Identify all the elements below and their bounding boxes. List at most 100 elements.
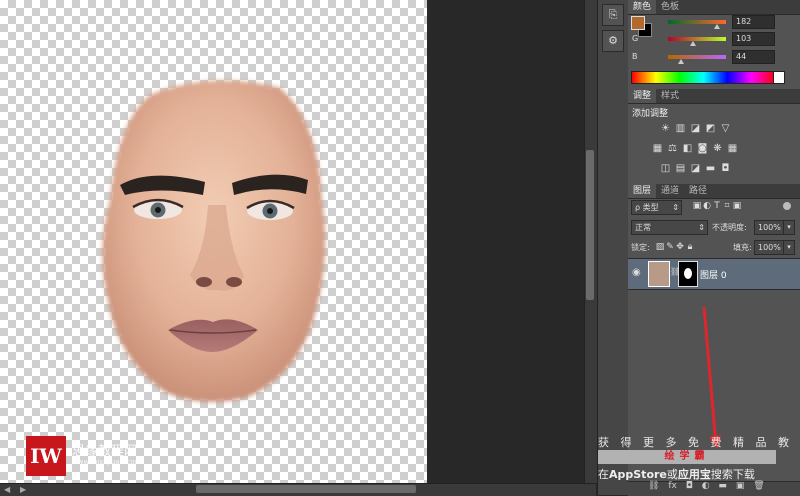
- opacity-dropdown-icon[interactable]: ▾: [783, 220, 795, 235]
- adjust-panel-title: 添加调整: [632, 109, 669, 119]
- fx-icon[interactable]: fx: [668, 481, 677, 491]
- watermark-site-url: www.missyuan.com: [72, 458, 142, 466]
- vertical-scroll-thumb[interactable]: [586, 150, 594, 300]
- promo-brand: 绘学霸: [598, 450, 776, 464]
- posterize-icon[interactable]: ▤: [675, 163, 686, 174]
- tab-styles[interactable]: 样式: [656, 89, 684, 103]
- color-panel-tabs: 颜色 色板: [628, 0, 800, 15]
- color-lookup-icon[interactable]: ▦: [727, 143, 738, 154]
- exposure-icon[interactable]: ◩: [705, 123, 716, 134]
- layer-name[interactable]: 图层 0: [700, 268, 727, 281]
- channel-g-slider[interactable]: [668, 37, 726, 41]
- layer-thumbnail[interactable]: [648, 261, 670, 287]
- adjust-icons-row-3: ◫ ▤ ◪ ▬ ◘: [658, 163, 733, 174]
- lock-all-icon[interactable]: 🔒︎: [685, 242, 695, 252]
- scroll-left-arrow-icon[interactable]: ◀: [4, 485, 10, 494]
- promo-download: 在AppStore或应用宝搜索下载: [598, 466, 798, 482]
- link-icon[interactable]: ⛓: [648, 481, 659, 491]
- filter-pixel-icon[interactable]: ▣: [692, 201, 702, 211]
- tab-paths[interactable]: 路径: [684, 184, 712, 198]
- channel-b-row: B 44: [632, 50, 796, 64]
- lock-position-icon[interactable]: ✥: [675, 242, 685, 252]
- promo-pre: 在: [598, 468, 609, 481]
- promo-post: 搜索下载: [710, 468, 755, 481]
- filter-adjustment-icon[interactable]: ◐: [702, 201, 712, 211]
- adjust-icons-row-1: ☀ ▥ ◪ ◩ ▽: [658, 123, 733, 134]
- channel-r-knob[interactable]: [714, 24, 720, 29]
- lock-label: 锁定:: [631, 243, 650, 252]
- channel-r-row: R 182: [632, 15, 796, 29]
- mask-icon[interactable]: ◘: [686, 481, 693, 491]
- filter-type-icon[interactable]: T: [712, 201, 722, 211]
- new-layer-icon[interactable]: ▣: [736, 481, 745, 491]
- promo-appstore: AppStore: [609, 468, 667, 481]
- lock-icons: ▨ ✎ ✥ 🔒︎: [655, 242, 695, 252]
- brightness-icon[interactable]: ☀: [660, 123, 671, 134]
- tab-channels[interactable]: 通道: [656, 184, 684, 198]
- promo-mid: 或: [666, 468, 678, 481]
- fill-label: 填充:: [733, 243, 752, 252]
- layer-filter-label: ρ 类型: [635, 203, 659, 212]
- document-canvas[interactable]: [0, 0, 427, 483]
- blend-mode-select[interactable]: 正常 ⇕: [631, 220, 708, 235]
- channel-b-label: B: [632, 52, 638, 61]
- promo-app: 应用宝: [677, 468, 711, 481]
- white-swatch[interactable]: [773, 71, 785, 84]
- properties-panel-icon[interactable]: ⚙: [602, 30, 624, 52]
- channel-r-value[interactable]: 182: [732, 15, 775, 29]
- blend-mode-value: 正常: [635, 223, 651, 232]
- mask-shape: [684, 268, 692, 279]
- filter-toggle-icon[interactable]: [783, 202, 791, 210]
- layer-mask-thumbnail[interactable]: [678, 261, 698, 287]
- selective-color-icon[interactable]: ◘: [720, 163, 731, 174]
- pasteboard: [427, 0, 584, 483]
- channel-g-knob[interactable]: [690, 41, 696, 46]
- adjust-panel-tabs: 调整 样式: [628, 89, 800, 104]
- channel-b-slider[interactable]: [668, 55, 726, 59]
- threshold-icon[interactable]: ◪: [690, 163, 701, 174]
- tab-adjustments[interactable]: 调整: [628, 89, 657, 103]
- red-arrow-annotation: [702, 306, 721, 449]
- face-image: [102, 80, 326, 402]
- foreground-color-swatch[interactable]: [631, 16, 645, 30]
- channel-g-value[interactable]: 103: [732, 32, 775, 46]
- horizontal-scroll-thumb[interactable]: [196, 485, 416, 493]
- opacity-input[interactable]: 100%: [754, 220, 785, 235]
- tab-color[interactable]: 颜色: [628, 0, 657, 14]
- color-spectrum-bar[interactable]: [631, 71, 776, 84]
- black-white-icon[interactable]: ◧: [682, 143, 693, 154]
- levels-icon[interactable]: ▥: [675, 123, 686, 134]
- curves-icon[interactable]: ◪: [690, 123, 701, 134]
- fill-input[interactable]: 100%: [754, 240, 785, 255]
- scroll-right-arrow-icon[interactable]: ▶: [20, 485, 26, 494]
- layers-footer-icons: ⛓ fx ◘ ◐ ▬ ▣ 🗑︎: [648, 481, 765, 491]
- gradient-map-icon[interactable]: ▬: [705, 163, 716, 174]
- photo-filter-icon[interactable]: ◙: [697, 143, 708, 154]
- layer-filter-select[interactable]: ρ 类型 ⇕: [631, 200, 682, 215]
- layers-panel-tabs: 图层 通道 路径: [628, 184, 800, 199]
- fill-dropdown-icon[interactable]: ▾: [783, 240, 795, 255]
- filter-smart-icon[interactable]: ▣: [732, 201, 742, 211]
- hue-saturation-icon[interactable]: ▦: [652, 143, 663, 154]
- channel-g-row: G 103: [632, 32, 796, 46]
- filter-shape-icon[interactable]: ⌗: [722, 201, 732, 211]
- color-balance-icon[interactable]: ⚖: [667, 143, 678, 154]
- invert-icon[interactable]: ◫: [660, 163, 671, 174]
- lock-pixels-icon[interactable]: ✎: [665, 242, 675, 252]
- layer-visibility-eye-icon[interactable]: ◉: [632, 267, 641, 278]
- folder-icon[interactable]: ▬: [718, 481, 727, 491]
- layer-filter-icons: ▣ ◐ T ⌗ ▣: [692, 201, 742, 211]
- trash-icon[interactable]: 🗑︎: [753, 481, 764, 491]
- lock-transparency-icon[interactable]: ▨: [655, 242, 665, 252]
- vibrance-icon[interactable]: ▽: [720, 123, 731, 134]
- opacity-label: 不透明度:: [712, 223, 747, 232]
- channel-mixer-icon[interactable]: ❋: [712, 143, 723, 154]
- channel-b-knob[interactable]: [678, 59, 684, 64]
- filter-dropdown-icon: ⇕: [672, 203, 679, 212]
- tab-swatches[interactable]: 色板: [656, 0, 684, 14]
- history-panel-icon[interactable]: ⎘: [602, 4, 624, 26]
- adjustment-icon[interactable]: ◐: [702, 481, 710, 491]
- channel-g-label: G: [632, 34, 639, 43]
- channel-b-value[interactable]: 44: [732, 50, 775, 64]
- tab-layers[interactable]: 图层: [628, 184, 657, 198]
